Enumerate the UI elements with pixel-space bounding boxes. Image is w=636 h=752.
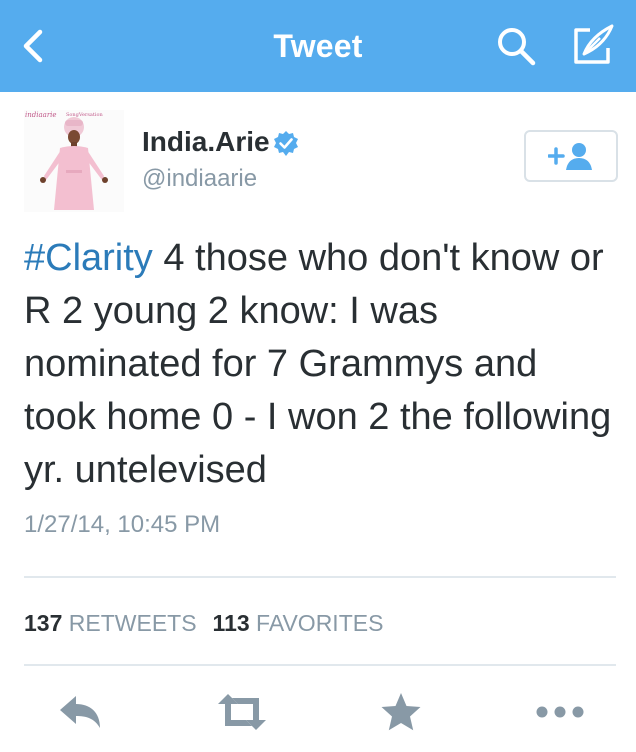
favorites-label: FAVORITES <box>256 610 384 636</box>
page-title: Tweet <box>273 28 363 64</box>
more-icon[interactable] <box>534 690 586 734</box>
avatar-album-text: SongVersation <box>66 112 103 118</box>
hashtag-link[interactable]: #Clarity <box>24 237 153 279</box>
avatar[interactable]: indiaarie SongVersation <box>24 110 124 212</box>
user-name[interactable]: India.Arie <box>142 126 270 158</box>
retweets-label: RETWEETS <box>68 610 197 636</box>
favorites-stat[interactable]: 113 FAVORITES <box>213 610 384 636</box>
follow-button[interactable] <box>524 130 618 182</box>
retweet-icon[interactable] <box>214 690 270 734</box>
search-icon[interactable] <box>494 24 538 68</box>
compose-icon[interactable] <box>570 22 616 68</box>
nav-bar: Tweet <box>0 0 636 92</box>
add-user-icon <box>548 143 592 170</box>
retweets-count: 137 <box>24 610 63 636</box>
favorites-count: 113 <box>212 610 250 636</box>
tweet-stats: 137 RETWEETS 113 FAVORITES <box>24 610 383 637</box>
retweets-stat[interactable]: 137 RETWEETS <box>24 610 197 636</box>
tweet-text: #Clarity 4 those who don't know or R 2 y… <box>24 232 618 497</box>
avatar-logo-text: indiaarie <box>25 111 57 119</box>
favorite-icon[interactable] <box>378 690 424 734</box>
tweet-timestamp: 1/27/14, 10:45 PM <box>24 511 221 538</box>
reply-icon[interactable] <box>56 690 104 734</box>
divider <box>24 576 616 578</box>
verified-badge-icon <box>272 130 300 158</box>
avatar-photo <box>40 117 108 210</box>
divider <box>24 664 616 666</box>
user-handle[interactable]: @indiaarie <box>142 165 257 193</box>
